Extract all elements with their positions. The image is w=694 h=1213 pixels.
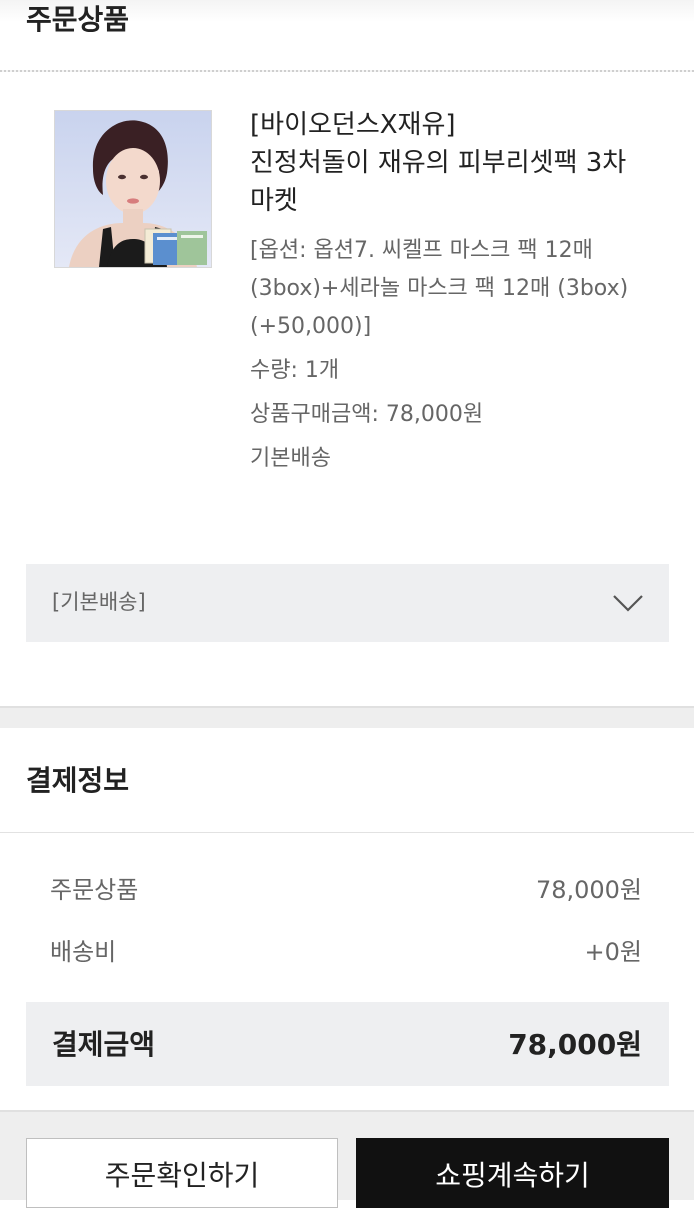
- product-shipping-type: 기본배송: [250, 446, 331, 471]
- order-products-title: 주문상품: [26, 3, 130, 36]
- payment-total-value: 78,000원: [508, 1028, 642, 1061]
- payment-row-label: 주문상품: [50, 876, 139, 904]
- product-price: 상품구매금액: 78,000원: [250, 402, 484, 427]
- payment-total: 결제금액 78,000원: [26, 1002, 669, 1086]
- product-thumbnail[interactable]: [54, 110, 212, 268]
- shipping-dropdown-label: [기본배송]: [52, 590, 146, 614]
- payment-total-label: 결제금액: [52, 1028, 156, 1061]
- payment-info-title: 결제정보: [26, 764, 130, 797]
- product-name[interactable]: [바이오던스X재유] 진정처돌이 재유의 피부리셋팩 3차 마켓: [250, 106, 670, 220]
- chevron-down-icon: [611, 586, 645, 618]
- shipping-dropdown[interactable]: [기본배송]: [26, 564, 669, 642]
- product-image: [55, 111, 211, 267]
- continue-shopping-button[interactable]: 쇼핑계속하기: [356, 1138, 669, 1208]
- section-divider: [0, 706, 694, 728]
- payment-row-value: +0원: [584, 938, 642, 966]
- payment-row-value: 78,000원: [535, 876, 642, 904]
- order-products-header: 주문상품: [0, 0, 694, 72]
- product-name-text: [바이오던스X재유] 진정처돌이 재유의 피부리셋팩 3차 마켓: [250, 110, 627, 216]
- product-option: [옵션: 옵션7. 씨켈프 마스크 팩 12매 (3box)+세라놀 마스크 팩…: [250, 238, 629, 339]
- product-quantity: 수량: 1개: [250, 358, 340, 383]
- payment-title-divider: [0, 832, 694, 833]
- confirm-order-button[interactable]: 주문확인하기: [26, 1138, 338, 1208]
- payment-row-label: 배송비: [50, 938, 117, 966]
- product-meta: [옵션: 옵션7. 씨켈프 마스크 팩 12매 (3box)+세라놀 마스크 팩…: [250, 232, 670, 478]
